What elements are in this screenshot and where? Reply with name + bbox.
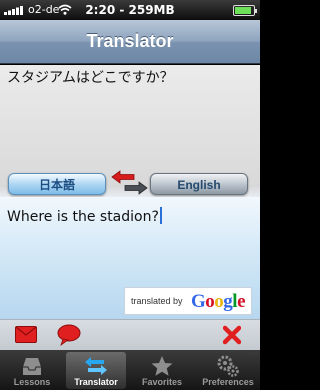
envelope-icon[interactable]	[15, 326, 37, 343]
speech-bubble-icon[interactable]	[57, 324, 81, 346]
translated-text-value: Where is the stadion?	[7, 209, 159, 225]
tab-favorites[interactable]: Favorites	[132, 352, 192, 389]
translated-text: Where is the stadion?	[7, 207, 162, 225]
swap-arrows-icon	[85, 357, 107, 375]
google-logo: Google	[191, 291, 245, 312]
source-language-button[interactable]: 日本語	[8, 173, 106, 195]
battery-level	[235, 7, 251, 14]
tab-label: Lessons	[13, 377, 51, 387]
tab-label: Favorites	[141, 377, 183, 387]
page-title: Translator	[86, 31, 174, 51]
status-time: 2:20 - 259MB	[85, 3, 175, 17]
tab-label: Translator	[74, 377, 118, 387]
attribution-label: translated by	[131, 296, 183, 306]
action-toolbar	[0, 319, 260, 350]
tab-preferences[interactable]: Preferences	[198, 352, 258, 389]
tray-icon	[23, 358, 41, 375]
tab-lessons[interactable]: Lessons	[2, 352, 62, 389]
gears-icon	[217, 355, 239, 377]
nav-bar: Translator	[0, 20, 260, 64]
target-language-button[interactable]: English	[150, 173, 248, 195]
google-attribution: translated by Google	[124, 287, 252, 315]
close-icon[interactable]	[223, 325, 241, 345]
tab-bar: Lessons Translator Favorites Preferences	[0, 350, 260, 390]
tab-label: Preferences	[202, 377, 254, 387]
source-text: スタジアムはどこですか？	[7, 70, 174, 86]
text-cursor	[159, 207, 162, 224]
source-text-area[interactable]: スタジアムはどこですか？	[0, 65, 260, 185]
status-bar: o2-de 2:20 - 259MB	[0, 0, 260, 20]
tab-translator[interactable]: Translator	[66, 352, 126, 389]
arrow-right-icon[interactable]	[124, 181, 148, 195]
battery-icon	[233, 5, 257, 16]
star-icon	[151, 356, 173, 376]
